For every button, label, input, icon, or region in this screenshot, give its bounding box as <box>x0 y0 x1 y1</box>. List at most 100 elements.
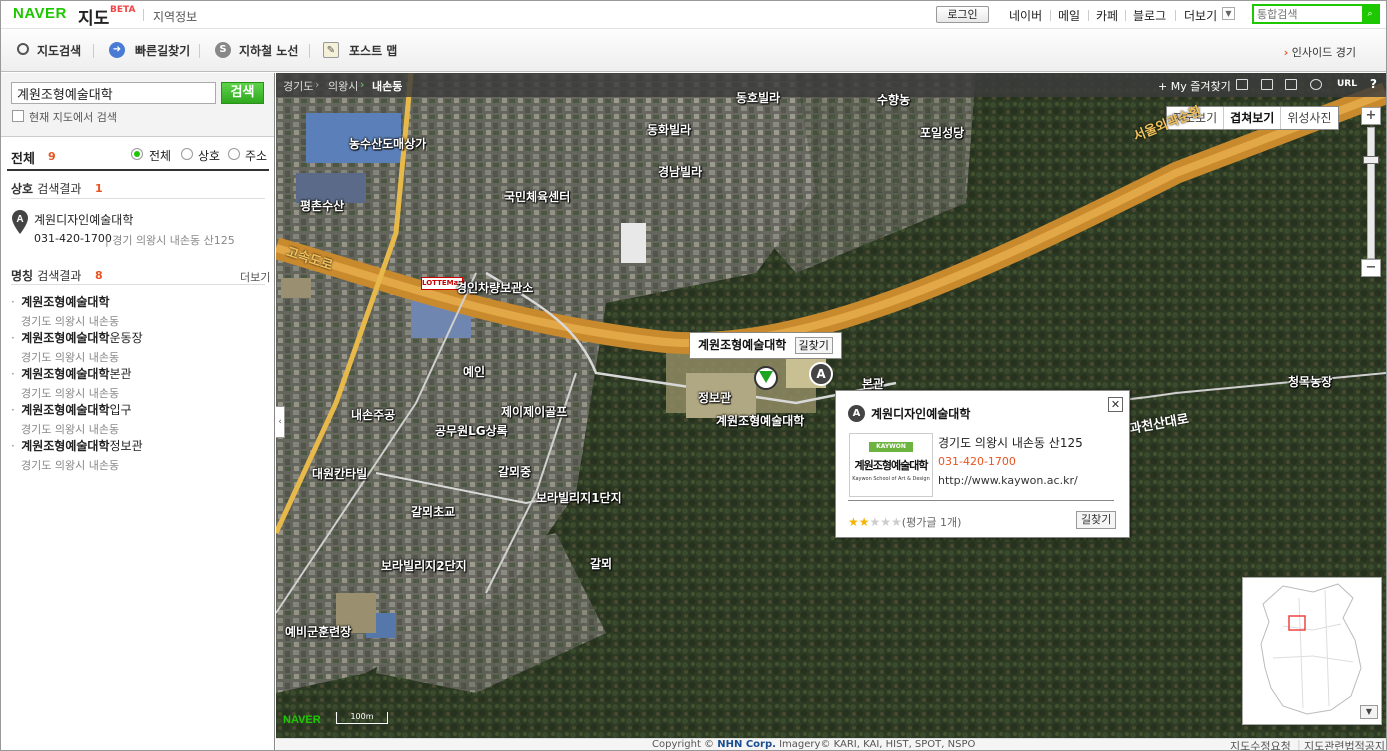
refresh-icon[interactable] <box>1310 79 1322 90</box>
filter-address-radio[interactable] <box>228 148 240 160</box>
place-label[interactable]: 공무원LG상록 <box>435 422 508 439</box>
map-service-title[interactable]: 지도 <box>78 4 109 29</box>
ruler-icon[interactable] <box>1285 79 1297 90</box>
place-label[interactable]: 갈뫼중 <box>498 463 531 480</box>
location-pin-icon[interactable] <box>754 366 778 390</box>
more-results-link[interactable]: 더보기 <box>240 269 270 285</box>
naver-link[interactable]: 네이버 <box>1009 7 1042 24</box>
divider <box>1175 10 1176 21</box>
filter-all-radio[interactable] <box>131 148 143 160</box>
zoom-out-button[interactable]: − <box>1361 259 1381 277</box>
insight-link[interactable]: › 인사이드 경기 <box>1284 44 1356 60</box>
more-link[interactable]: 더보기 <box>1184 7 1217 24</box>
naver-map-page: { "header": { "logo": "NAVER", "service"… <box>0 0 1387 751</box>
login-button[interactable]: 로그인 <box>936 6 989 23</box>
save-icon[interactable] <box>1261 79 1273 90</box>
place-label[interactable]: 예비군훈련장 <box>285 623 351 640</box>
tab-all[interactable]: 전체 <box>11 148 35 167</box>
chevron-right-icon: › <box>315 78 320 91</box>
map-search-tool[interactable]: 지도검색 <box>17 42 81 60</box>
list-item[interactable]: · 계원조형예술대학입구 경기도 의왕시 내손동 <box>11 401 261 437</box>
zoom-slider-handle[interactable] <box>1363 156 1379 164</box>
place-label[interactable]: 수향농 <box>877 91 910 108</box>
place-label[interactable]: 포일성당 <box>920 124 964 141</box>
info-place-name[interactable]: 계원디자인예술대학 <box>871 405 970 422</box>
place-label[interactable]: 경인차량보관소 <box>456 279 533 296</box>
divider <box>1050 10 1051 21</box>
map-canvas[interactable]: 경기도 › 의왕시 › 내손동 + My 즐겨찾기 URL ? 지도보기 겹쳐보… <box>276 73 1386 738</box>
local-info-link[interactable]: 지역정보 <box>153 8 197 25</box>
integrated-search-input[interactable] <box>1257 7 1357 21</box>
place-label[interactable]: 제이제이골프 <box>501 403 567 420</box>
help-button[interactable]: ? <box>1370 77 1377 91</box>
pencil-note-icon: ✎ <box>323 42 339 58</box>
post-map-tool[interactable]: ✎ 포스트 맵 <box>323 42 397 60</box>
list-item[interactable]: · 계원조형예술대학본관 경기도 의왕시 내손동 <box>11 365 261 401</box>
blog-link[interactable]: 블로그 <box>1133 7 1166 24</box>
breadcrumb-province[interactable]: 경기도 <box>283 78 313 94</box>
place-label[interactable]: 평촌수산 <box>300 197 344 214</box>
place-callout[interactable]: 계원조형예술대학 길찾기 <box>689 332 842 359</box>
favorites-button[interactable]: + My 즐겨찾기 <box>1158 78 1231 94</box>
naver-logo[interactable]: NAVER <box>13 5 67 22</box>
breadcrumb: 경기도 › 의왕시 › 내손동 + My 즐겨찾기 URL ? <box>276 73 1386 97</box>
business-result-name[interactable]: 계원디자인예술대학 <box>34 211 133 228</box>
place-label[interactable]: 국민체육센터 <box>504 188 570 205</box>
place-label[interactable]: 보라빌리지2단지 <box>381 557 467 574</box>
place-label[interactable]: 동호빌라 <box>736 89 780 106</box>
subway-tool[interactable]: S 지하철 노선 <box>215 42 298 60</box>
callout-route-button[interactable]: 길찾기 <box>794 337 833 354</box>
place-label[interactable]: 보라빌리지1단지 <box>536 489 622 506</box>
mail-link[interactable]: 메일 <box>1058 7 1080 24</box>
list-item[interactable]: · 계원조형예술대학정보관 경기도 의왕시 내손동 <box>11 437 261 473</box>
business-result-address: | 경기 의왕시 내손동 산125 <box>105 234 235 247</box>
chevron-down-icon[interactable]: ▼ <box>1222 7 1235 20</box>
place-label[interactable]: 예인 <box>463 363 485 380</box>
place-label[interactable]: 내손주공 <box>351 406 395 423</box>
scale-bar: 100m <box>336 712 388 724</box>
map-search-input[interactable] <box>11 82 216 104</box>
subway-label: 지하철 노선 <box>239 44 299 58</box>
breadcrumb-dong[interactable]: 내손동 <box>372 78 402 94</box>
list-item[interactable]: · 계원조형예술대학 경기도 의왕시 내손동 <box>11 293 261 329</box>
naver-map-logo: NAVER <box>283 714 321 726</box>
place-label[interactable]: 대원칸타빌 <box>312 465 367 482</box>
current-map-checkbox[interactable] <box>12 110 24 122</box>
list-item[interactable]: · 계원조형예술대학운동장 경기도 의왕시 내손동 <box>11 329 261 365</box>
panel-collapse-button[interactable]: ‹ <box>276 406 285 438</box>
filter-business-radio[interactable] <box>181 148 193 160</box>
info-route-button[interactable]: 길찾기 <box>1076 511 1117 529</box>
route-icon: ➜ <box>109 42 125 58</box>
chevron-down-icon[interactable]: ▼ <box>1360 705 1378 719</box>
overview-minimap[interactable]: ▼ <box>1242 577 1382 725</box>
url-button[interactable]: URL <box>1337 79 1357 89</box>
star-empty-icon: ★★★ <box>869 515 902 529</box>
info-homepage-link[interactable]: http://www.kaywon.ac.kr/ <box>938 474 1078 487</box>
close-icon[interactable]: ✕ <box>1108 397 1123 412</box>
marker-a-icon[interactable]: A <box>809 362 833 386</box>
marker-a-icon[interactable]: A <box>11 209 29 235</box>
place-label[interactable]: 정보관 <box>698 389 731 406</box>
map-edit-request-link[interactable]: 지도수정요청 <box>1230 738 1291 750</box>
legal-notice-link[interactable]: 지도관련법적공지 <box>1304 738 1385 750</box>
place-label[interactable]: 갈뫼 <box>590 555 612 572</box>
breadcrumb-city[interactable]: 의왕시 <box>328 78 358 94</box>
tab-overlay-view[interactable]: 겹쳐보기 <box>1224 107 1282 129</box>
rating[interactable]: ★★★★★(평가글 1개) <box>848 514 961 530</box>
callout-name: 계원조형예술대학 <box>698 338 787 352</box>
print-icon[interactable] <box>1236 79 1248 90</box>
quick-route-tool[interactable]: ➜ 빠른길찾기 <box>109 42 190 60</box>
place-label[interactable]: 갈뫼초교 <box>411 503 455 520</box>
info-address: 경기도 의왕시 내손동 산125 <box>938 436 1083 450</box>
place-label[interactable]: 경남빌라 <box>658 163 702 180</box>
search-button[interactable]: 검색 <box>221 82 264 104</box>
place-label[interactable]: 농수산도매상가 <box>349 135 426 152</box>
place-label[interactable]: 동화빌라 <box>647 121 691 138</box>
zoom-slider-track[interactable] <box>1363 127 1379 259</box>
place-label[interactable]: 청목농장 <box>1288 373 1332 390</box>
place-label[interactable]: 계원조형예술대학 <box>716 412 804 429</box>
zoom-in-button[interactable]: + <box>1361 107 1381 125</box>
search-icon[interactable]: ⌕ <box>1362 6 1378 22</box>
cafe-link[interactable]: 카페 <box>1096 7 1118 24</box>
tab-satellite-view[interactable]: 위성사진 <box>1281 107 1337 129</box>
